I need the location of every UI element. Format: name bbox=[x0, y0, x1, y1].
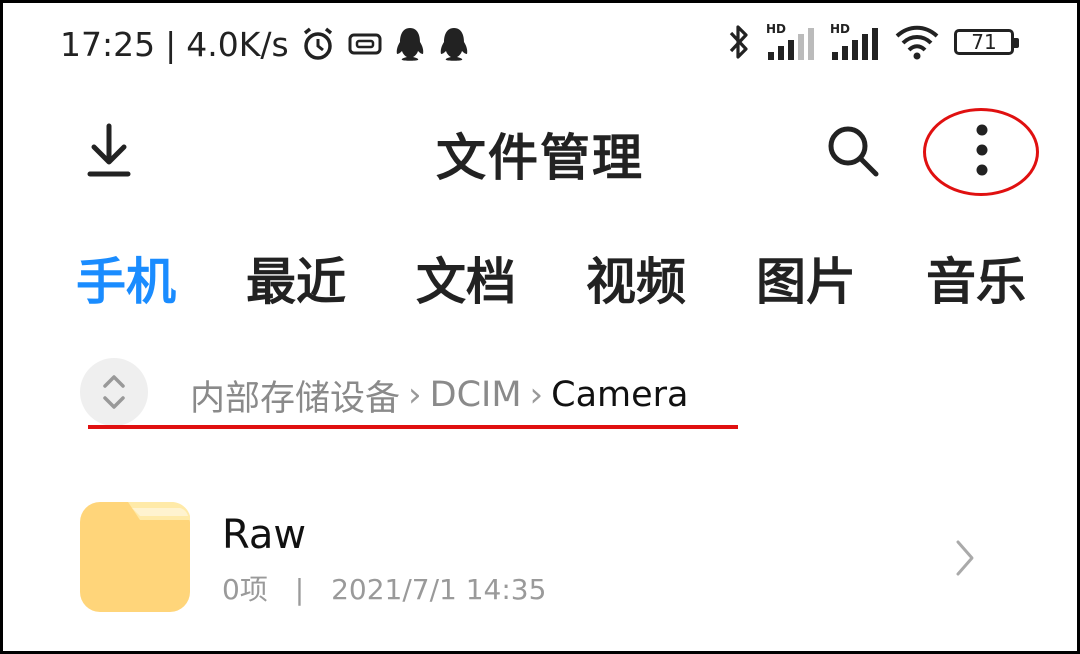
file-name: Raw bbox=[222, 512, 307, 558]
meta-separator: | bbox=[294, 573, 305, 606]
path-toggle-button[interactable] bbox=[80, 358, 148, 426]
folder-icon bbox=[80, 502, 190, 612]
wifi-icon bbox=[895, 25, 939, 60]
tab-music[interactable]: 音乐 bbox=[926, 242, 1026, 312]
hd-signal-icon: HD bbox=[830, 22, 878, 60]
hd-signal-icon: HD bbox=[766, 22, 814, 60]
file-count: 0项 bbox=[222, 573, 268, 606]
breadcrumb: 内部存储设备 › DCIM › Camera bbox=[190, 370, 689, 420]
qq-icon bbox=[396, 28, 423, 61]
network-speed: 4.0K/s bbox=[186, 24, 289, 64]
tab-recent[interactable]: 最近 bbox=[246, 242, 346, 312]
file-date: 2021/7/1 14:35 bbox=[331, 573, 547, 606]
chevron-right-icon bbox=[956, 540, 974, 576]
tab-videos[interactable]: 视频 bbox=[586, 242, 686, 312]
expand-collapse-icon bbox=[103, 375, 125, 409]
search-icon[interactable] bbox=[822, 120, 884, 182]
category-tabs: 手机 最近 文档 视频 图片 音乐 bbox=[76, 242, 1080, 312]
tab-images[interactable]: 图片 bbox=[756, 242, 856, 312]
annotation-underline bbox=[88, 425, 738, 429]
breadcrumb-item-internal-storage[interactable]: 内部存储设备 bbox=[190, 370, 400, 421]
tab-documents[interactable]: 文档 bbox=[416, 242, 516, 312]
qq-icon bbox=[440, 28, 467, 61]
breadcrumb-item-dcim[interactable]: DCIM bbox=[430, 375, 522, 415]
battery-level: 71 bbox=[971, 30, 997, 54]
battery-indicator: 71 bbox=[954, 29, 1019, 55]
status-bar-right: HD HD 71 bbox=[726, 20, 1019, 64]
screen-record-icon bbox=[348, 33, 382, 55]
bluetooth-icon bbox=[729, 25, 748, 59]
breadcrumb-separator: › bbox=[529, 375, 544, 415]
file-meta: 0项 | 2021/7/1 14:35 bbox=[222, 568, 546, 608]
status-bar-left: 17:25 | 4.0K/s bbox=[60, 22, 471, 66]
tab-phone[interactable]: 手机 bbox=[76, 242, 176, 312]
breadcrumb-item-camera: Camera bbox=[551, 375, 689, 415]
annotation-circle bbox=[923, 108, 1039, 196]
alarm-icon bbox=[303, 27, 332, 60]
status-separator: | bbox=[165, 24, 177, 64]
svg-text:HD: HD bbox=[766, 22, 786, 36]
svg-text:HD: HD bbox=[830, 22, 850, 36]
page-title: 文件管理 bbox=[436, 129, 644, 187]
status-time: 17:25 bbox=[60, 24, 156, 64]
breadcrumb-separator: › bbox=[408, 375, 422, 415]
